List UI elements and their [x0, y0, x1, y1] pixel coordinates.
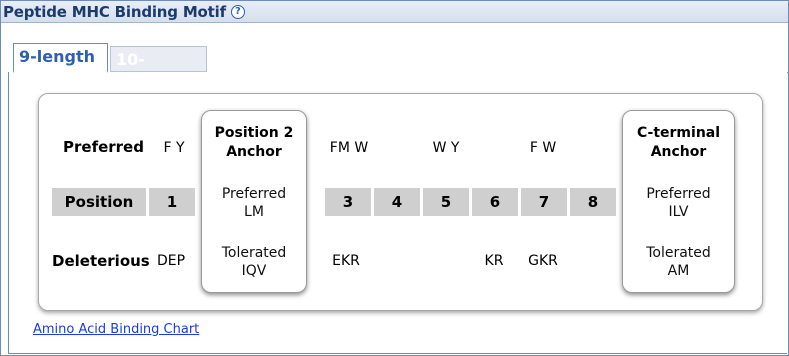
position-cell-1: 1	[149, 188, 195, 216]
p2-tolerated-label: Tolerated	[221, 245, 287, 261]
preferred-p1: F Y	[163, 140, 185, 156]
p2-tolerated-value: IQV	[241, 263, 267, 279]
c-tolerated: Tolerated AM	[623, 244, 734, 280]
position-cell-6: 6	[472, 188, 518, 216]
p2-tolerated: Tolerated IQV	[202, 244, 306, 280]
deleterious-p1: DEP	[156, 253, 186, 269]
panel-title: Peptide MHC Binding Motif	[3, 2, 226, 21]
position-cell-8: 8	[570, 188, 616, 216]
deleterious-p6: KR	[484, 253, 504, 269]
p2-anchor-title-line2: Anchor	[226, 144, 282, 160]
deleterious-p7: GKR	[528, 253, 558, 269]
tab-10-length[interactable]: 10-length	[110, 46, 207, 88]
preferred-p5: W Y	[432, 140, 460, 156]
c-preferred-value: ILV	[668, 204, 689, 220]
position-2-anchor-card: Position 2 Anchor Preferred LM Tolerated…	[201, 110, 307, 293]
c-terminal-anchor-card: C-terminal Anchor Preferred ILV Tolerate…	[622, 110, 735, 293]
c-anchor-title: C-terminal Anchor	[623, 124, 734, 162]
preferred-p3: FM W	[329, 140, 369, 156]
deleterious-row-label: Deleterious	[52, 252, 150, 270]
question-circle-icon[interactable]: ?	[230, 4, 245, 19]
p2-preferred-label: Preferred	[221, 186, 287, 202]
c-anchor-title-line2: Anchor	[650, 144, 707, 160]
position-cell-5: 5	[423, 188, 469, 216]
c-preferred: Preferred ILV	[623, 185, 734, 221]
tab-9-length[interactable]: 9-length	[13, 43, 108, 73]
preferred-row-label: Preferred	[63, 138, 144, 156]
p2-anchor-title-line1: Position 2	[214, 125, 294, 141]
c-anchor-title-line1: C-terminal	[636, 125, 721, 141]
panel-header: Peptide MHC Binding Motif ?	[1, 1, 788, 23]
p2-anchor-title: Position 2 Anchor	[202, 124, 306, 162]
c-preferred-label: Preferred	[646, 186, 711, 202]
c-tolerated-value: AM	[667, 263, 690, 279]
position-cell-7: 7	[521, 188, 567, 216]
p2-preferred-value: LM	[244, 204, 264, 220]
position-row-label: Position	[52, 188, 146, 216]
preferred-p7: F W	[529, 140, 557, 156]
c-tolerated-label: Tolerated	[646, 245, 711, 261]
deleterious-p3: EKR	[332, 253, 360, 269]
position-cell-3: 3	[325, 188, 371, 216]
position-cell-4: 4	[374, 188, 420, 216]
p2-preferred: Preferred LM	[202, 185, 306, 221]
amino-acid-binding-chart-link[interactable]: Amino Acid Binding Chart	[33, 322, 199, 337]
